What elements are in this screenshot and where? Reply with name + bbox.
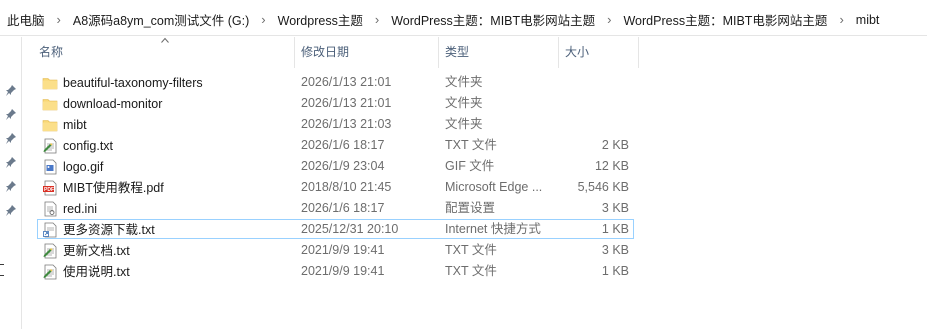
file-row[interactable]: 更多资源下载.txt 2025/12/31 20:10 Internet 快捷方式 1… — [37, 219, 634, 239]
file-type: Internet 快捷方式 — [445, 222, 541, 236]
address-breadcrumb-bar: 此电脑 › A8源码a8ym_com测试文件 (G:) › Wordpress主… — [0, 0, 927, 36]
shortcut-file-icon — [42, 222, 58, 238]
nav-item-truncated-icon[interactable] — [0, 264, 4, 276]
file-size: 1 KB — [601, 264, 629, 278]
breadcrumb-item-mibt-theme-2[interactable]: WordPress主题：MIBT电影网站主题 — [621, 10, 829, 29]
file-type: TXT 文件 — [445, 138, 497, 152]
breadcrumb: 此电脑 › A8源码a8ym_com测试文件 (G:) › Wordpress主… — [5, 10, 881, 29]
column-header-type[interactable]: 类型 — [439, 37, 559, 68]
file-name-cell[interactable]: red.ini — [42, 199, 297, 219]
breadcrumb-item-drive[interactable]: A8源码a8ym_com测试文件 (G:) — [71, 10, 251, 29]
column-header-row: 名称 修改日期 类型 大小 — [33, 37, 643, 68]
file-name-cell[interactable]: beautiful-taxonomy-filters — [42, 73, 297, 93]
file-type: TXT 文件 — [445, 264, 497, 278]
file-type: GIF 文件 — [445, 159, 495, 173]
file-name-cell[interactable]: PDF MIBT使用教程.pdf — [42, 178, 297, 198]
file-row[interactable]: PDF MIBT使用教程.pdf 2018/8/10 21:45 Microsoft … — [37, 177, 634, 197]
chevron-right-icon[interactable]: › — [607, 12, 611, 27]
file-name: 更多资源下载.txt — [63, 222, 155, 237]
pin-icon[interactable] — [5, 156, 17, 168]
folder-icon — [42, 117, 58, 133]
file-name-cell[interactable]: logo.gif — [42, 157, 297, 177]
pin-icon[interactable] — [5, 204, 17, 216]
folder-icon — [42, 96, 58, 112]
column-header-date[interactable]: 修改日期 — [295, 37, 439, 68]
breadcrumb-item-wordpress-themes[interactable]: Wordpress主题 — [276, 10, 365, 29]
file-type: Microsoft Edge ... — [445, 180, 543, 194]
file-date: 2026/1/13 21:01 — [301, 96, 392, 110]
file-date: 2018/8/10 21:45 — [301, 180, 392, 194]
file-type: 文件夹 — [445, 96, 483, 110]
file-name-cell[interactable]: mibt — [42, 115, 297, 135]
pin-icon[interactable] — [5, 180, 17, 192]
file-name: beautiful-taxonomy-filters — [63, 75, 203, 90]
pdf-file-icon: PDF — [42, 180, 58, 196]
file-type: 配置设置 — [445, 201, 496, 215]
pin-icon[interactable] — [5, 84, 17, 96]
file-size: 1 KB — [601, 222, 629, 236]
file-date: 2021/9/9 19:41 — [301, 243, 385, 257]
pin-icon[interactable] — [5, 132, 17, 144]
chevron-right-icon[interactable]: › — [57, 12, 61, 27]
pin-icon[interactable] — [5, 108, 17, 120]
file-date: 2026/1/6 18:17 — [301, 201, 385, 215]
file-name: MIBT使用教程.pdf — [63, 180, 164, 195]
file-name: 使用说明.txt — [63, 264, 130, 279]
folder-icon — [42, 75, 58, 91]
file-row[interactable]: red.ini 2026/1/6 18:17 配置设置 3 KB — [37, 198, 634, 218]
file-date: 2021/9/9 19:41 — [301, 264, 385, 278]
file-date: 2025/12/31 20:10 — [301, 222, 399, 236]
file-row[interactable]: config.txt 2026/1/6 18:17 TXT 文件 2 KB — [37, 135, 634, 155]
ini-file-icon — [42, 201, 58, 217]
file-name-cell[interactable]: 更新文档.txt — [42, 241, 297, 261]
column-header-size[interactable]: 大小 — [559, 37, 639, 68]
file-row[interactable]: download-monitor 2026/1/13 21:01 文件夹 — [37, 93, 634, 113]
file-type: 文件夹 — [445, 117, 483, 131]
text-file-icon — [42, 243, 58, 259]
breadcrumb-item-mibt[interactable]: mibt — [854, 13, 882, 27]
file-date: 2026/1/13 21:03 — [301, 117, 392, 131]
file-row[interactable]: beautiful-taxonomy-filters 2026/1/13 21:0… — [37, 72, 634, 92]
chevron-right-icon[interactable]: › — [261, 12, 265, 27]
chevron-right-icon[interactable]: › — [839, 12, 843, 27]
file-size: 12 KB — [594, 159, 629, 173]
chevron-right-icon[interactable]: › — [375, 12, 379, 27]
column-header-name[interactable]: 名称 — [33, 37, 295, 68]
file-size: 5,546 KB — [577, 180, 629, 194]
file-size: 3 KB — [601, 201, 629, 215]
file-name: mibt — [63, 117, 87, 132]
file-row[interactable]: 更新文档.txt 2021/9/9 19:41 TXT 文件 3 KB — [37, 240, 634, 260]
text-file-icon — [42, 138, 58, 154]
file-date: 2026/1/13 21:01 — [301, 75, 392, 89]
file-name-cell[interactable]: 使用说明.txt — [42, 262, 297, 282]
file-row[interactable]: mibt 2026/1/13 21:03 文件夹 — [37, 114, 634, 134]
breadcrumb-item-mibt-theme-1[interactable]: WordPress主题：MIBT电影网站主题 — [389, 10, 597, 29]
text-file-icon — [42, 264, 58, 280]
file-size: 3 KB — [601, 243, 629, 257]
file-name-cell[interactable]: config.txt — [42, 136, 297, 156]
breadcrumb-item-this-pc[interactable]: 此电脑 — [5, 10, 47, 29]
file-row[interactable]: logo.gif 2026/1/9 23:04 GIF 文件 12 KB — [37, 156, 634, 176]
file-row[interactable]: 使用说明.txt 2021/9/9 19:41 TXT 文件 1 KB — [37, 261, 634, 281]
file-name: download-monitor — [63, 96, 163, 111]
file-type: TXT 文件 — [445, 243, 497, 257]
file-date: 2026/1/6 18:17 — [301, 138, 385, 152]
image-file-icon — [42, 159, 58, 175]
file-name: logo.gif — [63, 159, 104, 174]
navigation-pane — [0, 37, 22, 329]
svg-text:PDF: PDF — [44, 187, 54, 193]
file-name: 更新文档.txt — [63, 243, 130, 258]
file-date: 2026/1/9 23:04 — [301, 159, 385, 173]
file-name-cell[interactable]: download-monitor — [42, 94, 297, 114]
file-name-cell[interactable]: 更多资源下载.txt — [42, 220, 297, 240]
file-size: 2 KB — [601, 138, 629, 152]
file-name: red.ini — [63, 201, 98, 216]
file-name: config.txt — [63, 138, 114, 153]
file-type: 文件夹 — [445, 75, 483, 89]
